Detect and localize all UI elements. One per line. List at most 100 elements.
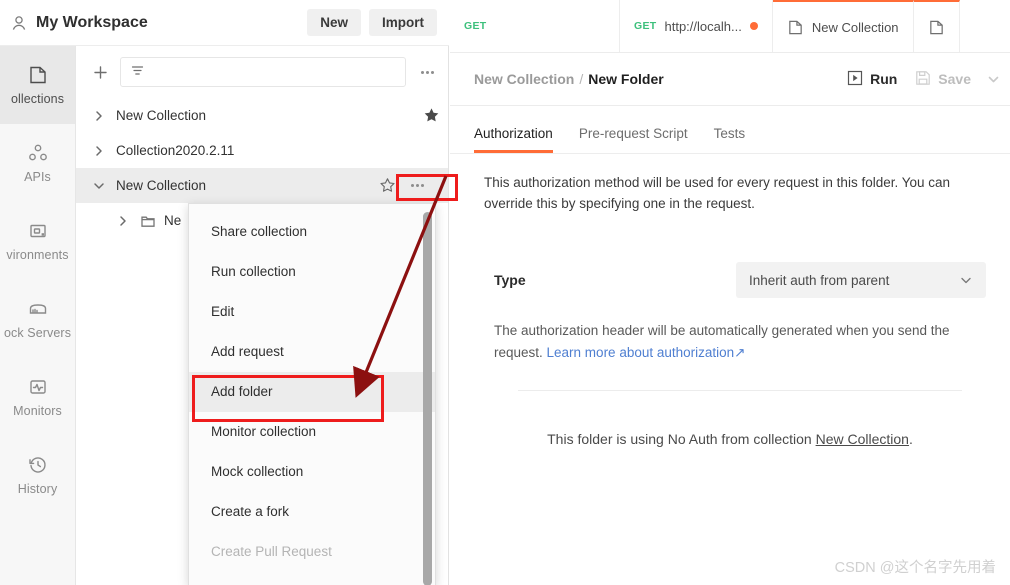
chevron-right-icon [90, 110, 108, 122]
collection-more-options-icon[interactable] [406, 175, 428, 197]
auth-type-value: Inherit auth from parent [749, 272, 890, 288]
auth-type-select[interactable]: Inherit auth from parent [736, 262, 986, 298]
sidebar-item-history[interactable]: History [0, 436, 75, 514]
tab-get-empty[interactable]: GET [450, 0, 620, 52]
menu-item-share-collection[interactable]: Share collection [189, 212, 435, 252]
sidebar-item-monitors[interactable]: Monitors [0, 358, 75, 436]
collections-icon [27, 64, 49, 86]
run-button[interactable]: Run [847, 70, 897, 89]
folder-header: New Collection / New Folder Run Save [450, 53, 1010, 106]
tab-name-label: New Collection [811, 19, 899, 35]
plus-icon[interactable] [88, 60, 112, 84]
tab-tests[interactable]: Tests [714, 126, 746, 153]
star-filled-icon[interactable] [423, 107, 440, 124]
tree-item-collection-selected[interactable]: New Collection [76, 168, 448, 203]
mock-servers-icon [27, 298, 49, 320]
tab-name-label: http://localh... [664, 18, 742, 34]
sidebar-item-apis-label: APIs [24, 170, 51, 184]
save-button: Save [915, 70, 971, 89]
folder-icon [140, 213, 156, 229]
breadcrumb-current: New Folder [588, 71, 664, 87]
apis-icon [27, 142, 49, 164]
sidebar-item-environments[interactable]: vironments [0, 202, 75, 280]
menu-item-create-a-fork[interactable]: Create a fork [189, 492, 435, 532]
parent-collection-link[interactable]: New Collection [816, 431, 909, 447]
request-tab-bar: GET GET http://localh... New Collection [450, 0, 1010, 53]
filter-icon [130, 63, 145, 81]
tab-method-label: GET [464, 20, 487, 32]
tab-partial[interactable] [913, 0, 960, 52]
chevron-down-icon [90, 180, 108, 192]
menu-item-create-pull-request: Create Pull Request [211, 544, 332, 559]
tab-authorization[interactable]: Authorization [474, 126, 553, 153]
sidebar-item-monitors-label: Monitors [13, 404, 62, 418]
menu-item-mock-collection[interactable]: Mock collection [189, 452, 435, 492]
sidebar-more-options-icon[interactable] [416, 61, 438, 83]
menu-item-add-folder[interactable]: Add folder [189, 372, 435, 412]
save-button-label: Save [938, 71, 971, 87]
primary-nav-rail: ollections APIs vironments ock Servers M… [0, 46, 76, 585]
workspace-header: My Workspace New Import [0, 0, 449, 46]
history-icon [27, 454, 49, 476]
inherited-auth-message: This folder is using No Auth from collec… [484, 431, 986, 447]
chevron-down-icon [959, 273, 973, 287]
menu-item-run-collection[interactable]: Run collection [189, 252, 435, 292]
search-input[interactable] [151, 64, 396, 80]
chevron-right-icon [114, 215, 132, 227]
section-divider [518, 390, 962, 391]
tree-item-label: Ne [164, 213, 182, 228]
tree-item-label: New Collection [116, 178, 207, 193]
collection-context-menu: Share collection Run collection Edit Add… [188, 203, 436, 585]
sidebar-item-history-label: History [17, 482, 58, 496]
tab-new-collection[interactable]: New Collection [772, 0, 914, 52]
user-icon [10, 14, 28, 32]
breadcrumb-parent[interactable]: New Collection [474, 71, 574, 87]
new-button[interactable]: New [307, 8, 361, 37]
breadcrumb: New Collection / New Folder [474, 71, 829, 87]
context-menu-scrollbar[interactable] [423, 212, 432, 585]
star-outline-icon[interactable] [379, 177, 396, 194]
run-button-label: Run [870, 71, 898, 87]
collection-icon [928, 19, 945, 36]
tree-item-label: Collection2020.2.11 [116, 143, 235, 158]
save-icon [915, 70, 931, 89]
auth-type-label: Type [494, 272, 526, 288]
chevron-down-icon[interactable] [987, 73, 1000, 86]
auth-description: The authorization header will be automat… [484, 320, 986, 364]
sidebar-item-collections[interactable]: ollections [0, 46, 75, 124]
sidebar-item-apis[interactable]: APIs [0, 124, 75, 202]
environments-icon [27, 220, 49, 242]
chevron-right-icon [90, 145, 108, 157]
play-icon [847, 70, 863, 89]
unsaved-changes-dot [749, 22, 758, 30]
menu-item-add-request[interactable]: Add request [189, 332, 435, 372]
breadcrumb-separator: / [579, 71, 584, 87]
tab-method-label: GET [634, 20, 657, 32]
page-title: My Workspace [36, 13, 148, 31]
sidebar-item-collections-label: ollections [10, 92, 65, 106]
sidebar-item-mock-servers[interactable]: ock Servers [0, 280, 75, 358]
authorization-note: This authorization method will be used f… [484, 175, 951, 211]
tree-item-label: New Collection [116, 108, 207, 123]
menu-item-monitor-collection[interactable]: Monitor collection [189, 412, 435, 452]
sidebar-item-mock-servers-label: ock Servers [3, 326, 72, 340]
sidebar-item-environments-label: vironments [6, 248, 69, 262]
folder-subtabs: Authorization Pre-request Script Tests [450, 106, 1010, 154]
monitors-icon [27, 376, 49, 398]
import-button[interactable]: Import [369, 8, 437, 37]
tree-item-collection[interactable]: New Collection [76, 98, 448, 133]
filter-search-box[interactable] [120, 57, 406, 87]
learn-more-link[interactable]: Learn more about authorization [547, 345, 735, 360]
external-link-icon: ↗ [734, 345, 746, 360]
auth-type-row: Type Inherit auth from parent [484, 262, 986, 298]
inherited-auth-suffix: . [908, 431, 913, 447]
inherited-auth-prefix: This folder is using No Auth from collec… [547, 431, 816, 447]
main-panel: GET GET http://localh... New Collection [450, 0, 1010, 585]
tab-pre-request-script[interactable]: Pre-request Script [579, 126, 688, 153]
collection-icon [787, 19, 804, 36]
authorization-panel: This authorization method will be used f… [450, 154, 1010, 447]
sidebar-toolbar [76, 46, 448, 98]
tab-get-localhost[interactable]: GET http://localh... [620, 0, 773, 52]
tree-item-collection[interactable]: Collection2020.2.11 [76, 133, 448, 168]
menu-item-edit[interactable]: Edit [189, 292, 435, 332]
